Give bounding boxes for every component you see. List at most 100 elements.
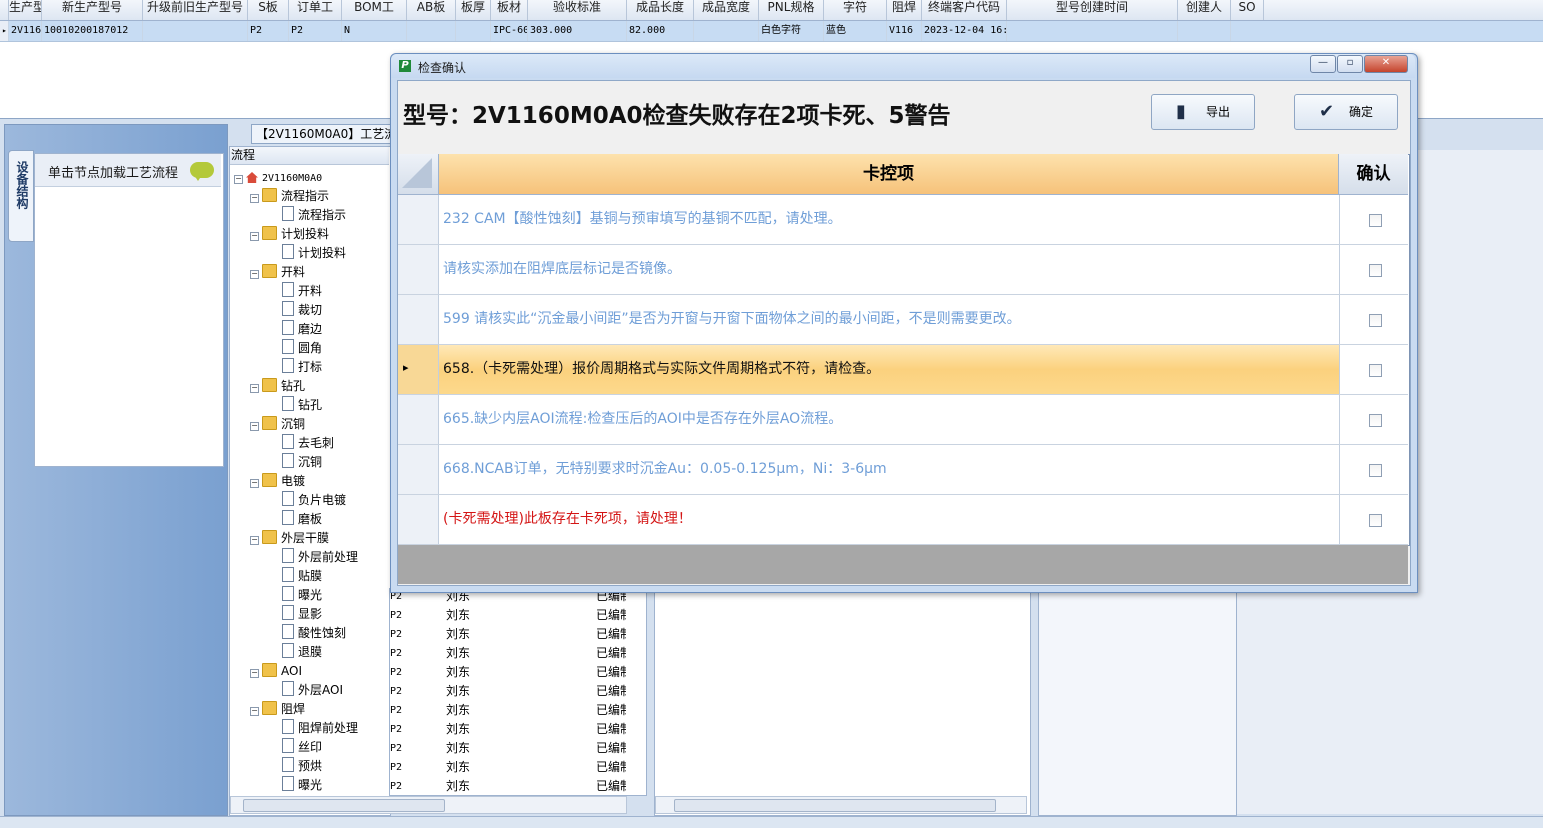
row-header[interactable]: ▸ [398, 345, 439, 394]
maximize-button[interactable]: ▫ [1337, 55, 1363, 73]
table-row[interactable]: P2 刘东 已编制 [390, 720, 626, 739]
tree-node-step[interactable]: 负片电镀 [270, 491, 346, 510]
tree-node-step[interactable]: 裁切 [270, 301, 322, 320]
product-grid-column-header[interactable]: S板 [248, 0, 289, 20]
tree-node-step[interactable]: 外层前处理 [270, 548, 358, 567]
tree-node-step[interactable]: 流程指示 [270, 206, 346, 225]
confirm-checkbox[interactable] [1369, 214, 1382, 227]
tree-node-step[interactable]: 打标 [270, 358, 322, 377]
tree-node-group[interactable]: − 流程指示 [250, 187, 329, 206]
confirm-checkbox[interactable] [1369, 264, 1382, 277]
tree-node-group[interactable]: − AOI [250, 662, 302, 681]
product-grid-cell[interactable] [143, 21, 248, 41]
product-grid-cell[interactable]: ▸ [0, 21, 9, 41]
confirm-button[interactable]: ✔ 确定 [1294, 94, 1398, 130]
product-grid-cell[interactable]: 303.000 [528, 21, 627, 41]
product-grid-column-header[interactable]: 新生产型号 [42, 0, 143, 20]
product-grid-column-header[interactable]: 订单工 [289, 0, 342, 20]
row-header[interactable] [398, 195, 439, 244]
product-grid-cell[interactable]: P2 [248, 21, 289, 41]
tree-node-step[interactable]: 退膜 [270, 643, 322, 662]
product-grid-column-header[interactable]: 成品长度 [627, 0, 694, 20]
tree-node-group[interactable]: − 阻焊 [250, 700, 305, 719]
tree-node-step[interactable]: 钻孔 [270, 396, 322, 415]
product-grid-cell[interactable]: N [342, 21, 407, 41]
product-grid-cell[interactable]: 2V1160M0A0 [9, 21, 42, 41]
collapse-icon[interactable]: − [250, 194, 259, 203]
product-grid-column-header[interactable] [0, 0, 9, 20]
product-grid-cell[interactable]: 82.000 [627, 21, 694, 41]
row-header[interactable] [398, 445, 439, 494]
row-header[interactable] [398, 395, 439, 444]
tree-root[interactable]: − 2V1160M0A0 [234, 168, 322, 187]
product-grid-cell[interactable]: V116 [887, 21, 922, 41]
tree-node-step[interactable]: 去毛刺 [270, 434, 334, 453]
column-header-item[interactable]: 卡控项 [439, 154, 1339, 195]
check-item-row[interactable]: 665.缺少内层AOI流程:检查压后的AOI中是否存在外层AO流程。 [398, 395, 1408, 445]
row-header[interactable] [398, 295, 439, 344]
table-row[interactable]: P2 刘东 已编制 [390, 701, 626, 720]
product-grid-column-header[interactable]: 生产型号 [9, 0, 42, 20]
table-row[interactable]: P2 刘东 已编制 [390, 682, 626, 701]
collapse-icon[interactable]: − [250, 232, 259, 241]
tree-node-step[interactable]: 圆角 [270, 339, 322, 358]
minimize-button[interactable]: — [1310, 55, 1336, 73]
tree-node-step[interactable]: 预烘 [270, 757, 322, 776]
collapse-icon[interactable]: − [250, 384, 259, 393]
check-item-row[interactable]: 232 CAM【酸性蚀刻】基铜与预审填写的基铜不匹配，请处理。 [398, 195, 1408, 245]
tree-node-group[interactable]: − 开料 [250, 263, 305, 282]
tree-node-group[interactable]: − 沉铜 [250, 415, 305, 434]
product-grid-column-header[interactable]: 成品宽度 [694, 0, 759, 20]
product-grid-column-header[interactable]: PNL规格 [759, 0, 824, 20]
tree-node-step[interactable]: 外层AOI [270, 681, 343, 700]
confirm-checkbox[interactable] [1369, 364, 1382, 377]
scroll-thumb[interactable] [243, 799, 445, 812]
tree-horizontal-scrollbar[interactable] [230, 796, 627, 814]
product-grid-column-header[interactable]: AB板 [407, 0, 456, 20]
product-grid-column-header[interactable]: 字符 [824, 0, 887, 20]
product-grid-column-header[interactable]: 终端客户代码 [922, 0, 1007, 20]
product-grid-column-header[interactable]: 验收标准 [528, 0, 627, 20]
collapse-icon[interactable]: − [250, 270, 259, 279]
tree-node-step[interactable]: 丝印 [270, 738, 322, 757]
column-header-confirm[interactable]: 确认 [1339, 154, 1408, 195]
export-button[interactable]: ▮ 导出 [1151, 94, 1255, 130]
tree-node-step[interactable]: 沉铜 [270, 453, 322, 472]
product-grid-cell[interactable]: 蓝色 [824, 21, 887, 41]
tree-node-step[interactable]: 磨边 [270, 320, 322, 339]
collapse-icon[interactable]: − [250, 536, 259, 545]
right-horizontal-scrollbar[interactable] [655, 796, 1027, 814]
tree-node-step[interactable]: 磨板 [270, 510, 322, 529]
tree-node-step[interactable]: 曝光 [270, 586, 322, 605]
table-row[interactable]: P2 刘东 已编制 [390, 758, 626, 777]
tree-node-step[interactable]: 显影 [270, 605, 322, 624]
table-row[interactable]: P2 刘东 已编制 [390, 777, 626, 796]
product-grid-cell[interactable]: IPC-6012 III级 [491, 21, 528, 41]
check-item-row[interactable]: 668.NCAB订单，无特别要求时沉金Au：0.05-0.125μm，Ni：3-… [398, 445, 1408, 495]
check-item-row[interactable]: ▸ 658.（卡死需处理）报价周期格式与实际文件周期格式不符，请检查。 [398, 345, 1409, 395]
table-row[interactable]: P2 刘东 已编制 [390, 606, 626, 625]
tree-node-step[interactable]: 阻焊前处理 [270, 719, 358, 738]
load-process-label[interactable]: 单击节点加载工艺流程 [48, 162, 178, 181]
product-grid-column-header[interactable]: 型号创建时间 [1007, 0, 1178, 20]
row-header[interactable] [398, 495, 439, 544]
confirm-checkbox[interactable] [1369, 464, 1382, 477]
product-grid-column-header[interactable]: 板材 [491, 0, 528, 20]
product-grid-column-header[interactable]: 阻焊 [887, 0, 922, 20]
tree-node-group[interactable]: − 外层干膜 [250, 529, 329, 548]
collapse-icon[interactable]: − [250, 479, 259, 488]
tree-node-group[interactable]: − 钻孔 [250, 377, 305, 396]
scroll-thumb[interactable] [674, 799, 996, 812]
confirm-checkbox[interactable] [1369, 314, 1382, 327]
product-grid-column-header[interactable]: SO [1231, 0, 1264, 20]
tree-node-step[interactable]: 曝光 [270, 776, 322, 795]
tab-equipment-structure[interactable]: 设备结构 [8, 150, 34, 242]
product-grid-cell[interactable] [407, 21, 456, 41]
table-row[interactable]: P2 刘东 已编制 [390, 663, 626, 682]
check-item-row[interactable]: 请核实添加在阻焊底层标记是否镜像。 [398, 245, 1408, 295]
table-row[interactable]: P2 刘东 已编制 [390, 739, 626, 758]
tree-node-group[interactable]: − 计划投料 [250, 225, 329, 244]
product-grid-column-header[interactable]: 创建人 [1178, 0, 1231, 20]
collapse-icon[interactable]: − [250, 669, 259, 678]
product-grid-cell[interactable] [1178, 21, 1231, 41]
